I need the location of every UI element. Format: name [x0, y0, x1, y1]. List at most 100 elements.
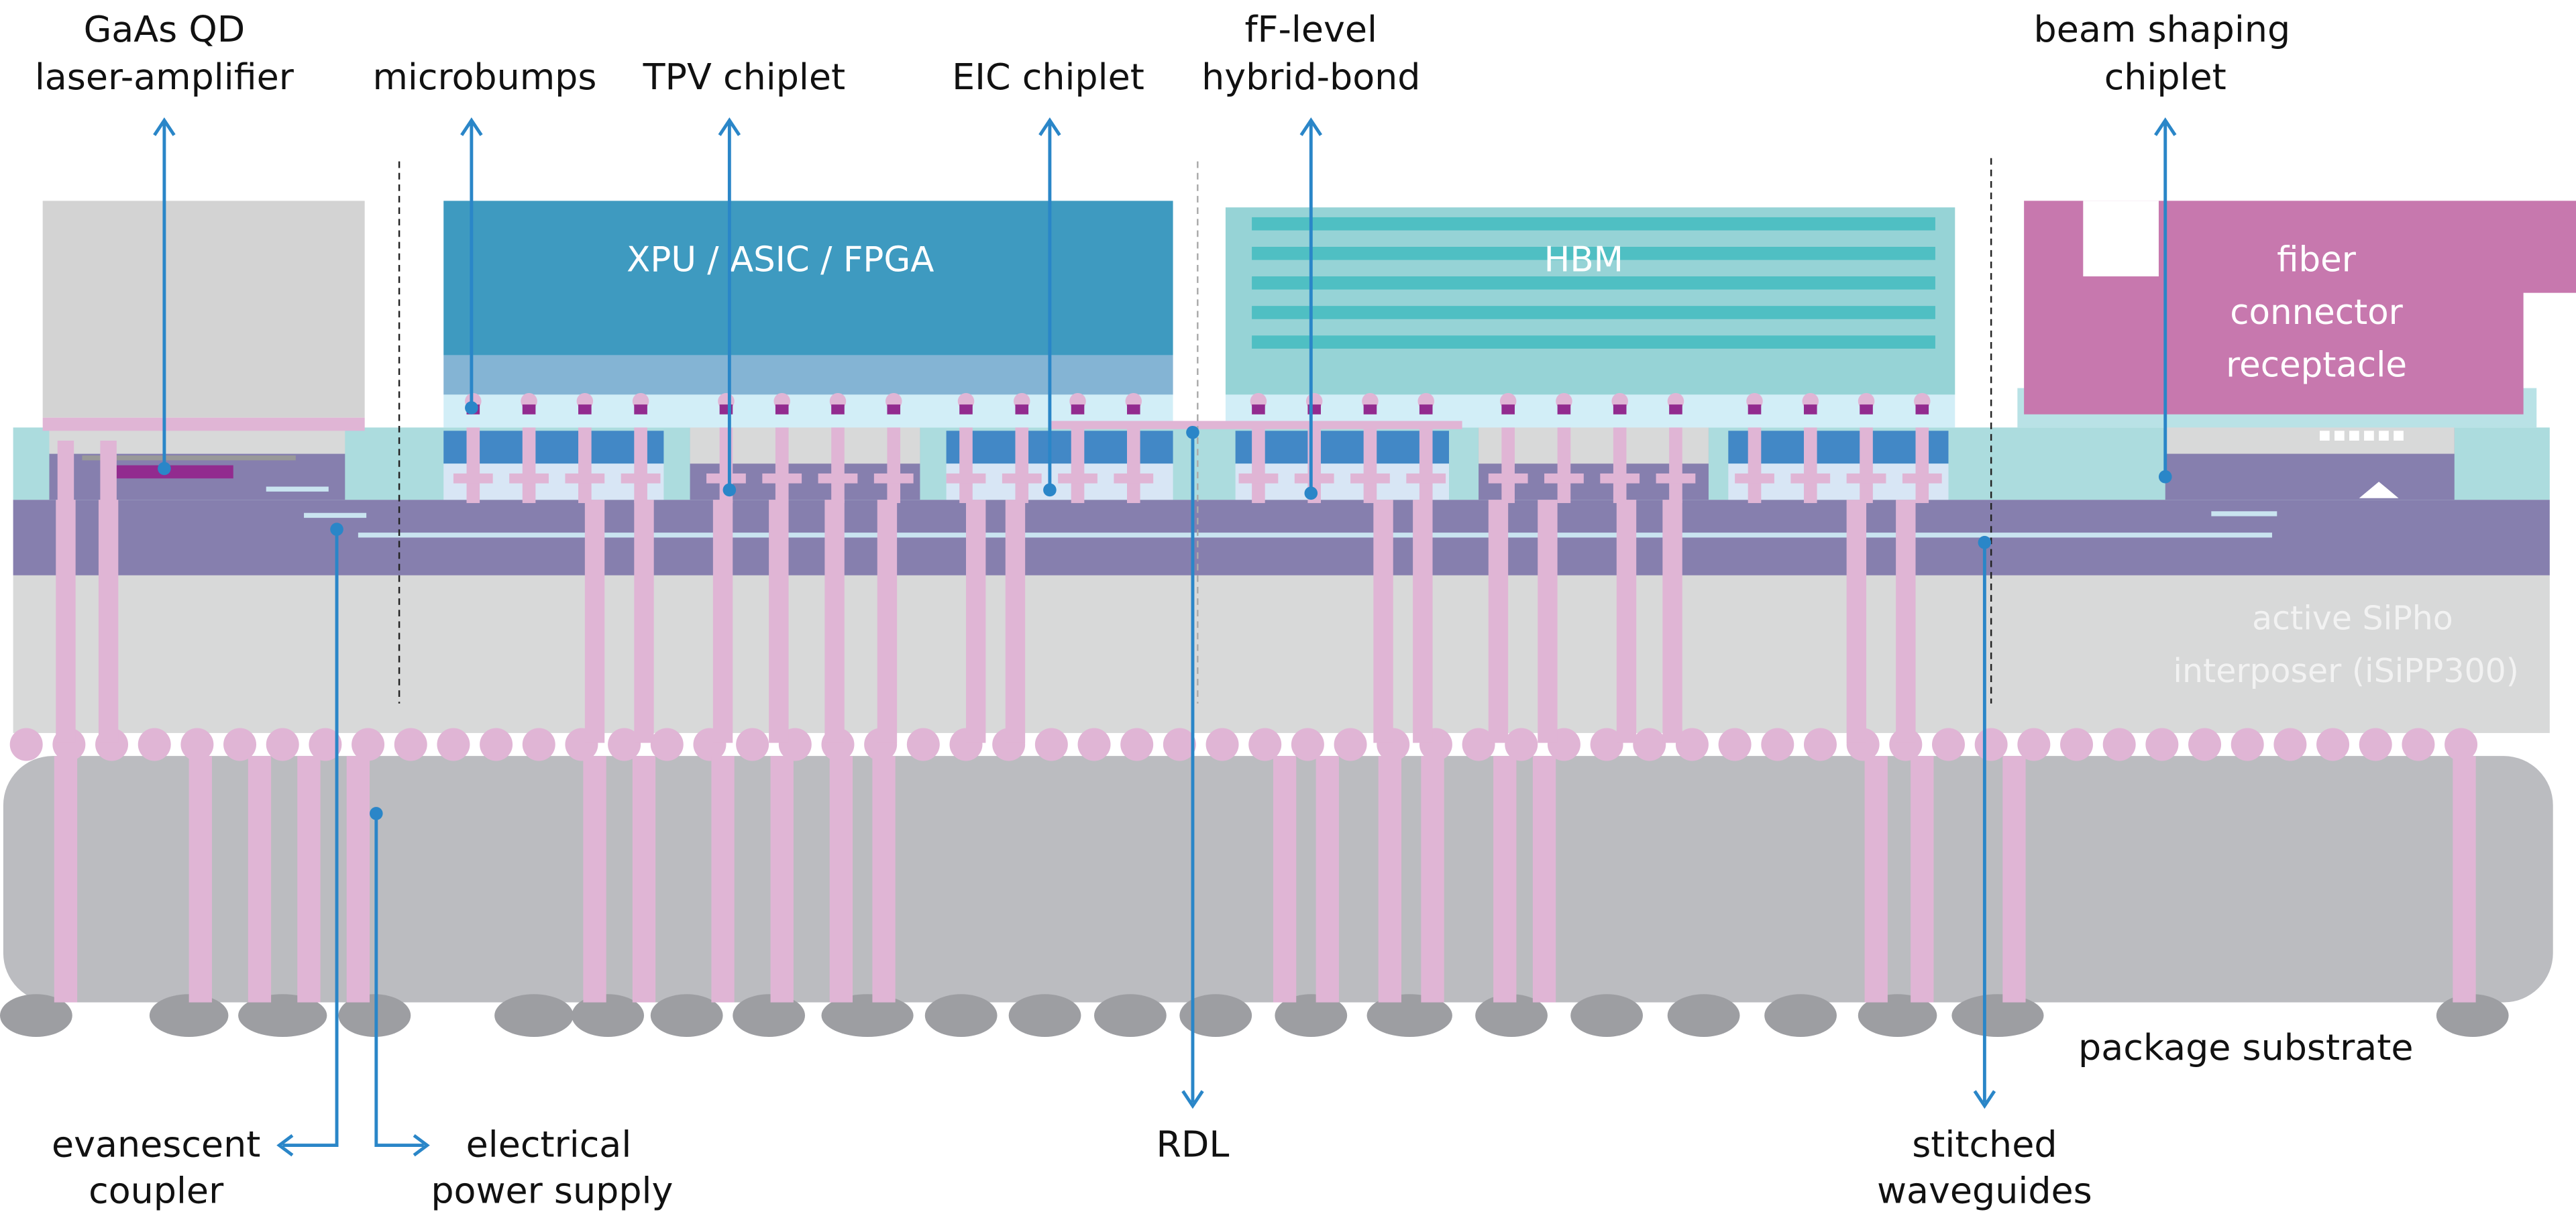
fiber-label-2: connector	[2230, 292, 2403, 333]
c4-bump	[138, 728, 171, 761]
gaas-chip	[42, 201, 365, 418]
substrate-via	[872, 756, 896, 1003]
callout-stitched-2: waveguides	[1877, 1169, 2092, 1211]
microbump-solder	[1748, 404, 1762, 414]
via-pad	[1790, 473, 1831, 484]
substrate-via	[829, 756, 853, 1003]
fiber-slot	[2083, 201, 2159, 277]
fiber-label-1: fiber	[2277, 240, 2357, 280]
callout-beam-shaping-1: beam shaping	[2034, 8, 2291, 50]
lens-element	[2379, 431, 2389, 441]
solder-ball	[1667, 994, 1740, 1037]
xpu-beol	[443, 355, 1173, 395]
microbump-solder	[522, 404, 536, 414]
substrate-via	[248, 756, 272, 1003]
tsv	[56, 500, 76, 743]
substrate-via	[770, 756, 794, 1003]
lens-element	[2319, 431, 2330, 441]
c4-bump	[2102, 728, 2136, 761]
substrate-via	[189, 756, 212, 1003]
via-pad	[1902, 473, 1942, 484]
c4-bump	[480, 728, 513, 761]
c4-bump	[2060, 728, 2093, 761]
callout-gaas-qd-2: laser-amplifier	[35, 56, 294, 98]
c4-bump	[2316, 728, 2350, 761]
chiplet-package-cross-section: XPU / ASIC / FPGA HBM fiber connector re…	[0, 8, 2576, 1211]
substrate-via	[1316, 756, 1339, 1003]
package-substrate-label: package substrate	[2078, 1026, 2413, 1068]
callout-tpv-chiplet: TPV chiplet	[643, 56, 845, 98]
tsv	[1373, 500, 1393, 743]
tsv	[769, 500, 789, 743]
hbm-stack	[1225, 207, 1955, 395]
interposer-label-2: interposer (iSiPP300)	[2173, 652, 2519, 690]
c4-bump	[1120, 728, 1154, 761]
c4-bump	[2188, 728, 2222, 761]
callout-evanescent-1: evanescent	[52, 1123, 260, 1166]
tsv	[1413, 500, 1433, 743]
tsv	[1005, 500, 1026, 743]
via-pad	[565, 473, 605, 484]
via-pad	[1058, 473, 1097, 484]
via-pad	[1350, 473, 1390, 484]
solder-ball	[1094, 994, 1167, 1037]
pointer-dot	[1978, 536, 1992, 549]
solder-ball	[494, 994, 574, 1037]
c4-bump	[1761, 728, 1794, 761]
substrate-via	[1421, 756, 1444, 1003]
c4-bump	[394, 728, 427, 761]
via-pad	[621, 473, 661, 484]
lens-element	[2349, 431, 2359, 441]
via-pad	[1600, 473, 1640, 484]
substrate-via	[1378, 756, 1401, 1003]
via-pad	[1294, 473, 1334, 484]
via-pad	[1238, 473, 1279, 484]
microbump-solder	[1127, 404, 1140, 414]
tsv	[584, 500, 605, 743]
c4-bump	[522, 728, 555, 761]
solder-ball	[1179, 994, 1252, 1037]
substrate-via	[632, 756, 656, 1003]
laser-via	[100, 440, 117, 506]
via-pad	[453, 473, 493, 484]
rdl-trace	[1051, 421, 1462, 429]
tsv	[966, 500, 986, 743]
solder-ball	[1951, 994, 2044, 1037]
tsv	[824, 500, 845, 743]
via-pad	[946, 473, 986, 484]
pointer-dot	[2158, 470, 2172, 484]
beam-shaping-top	[2165, 427, 2455, 454]
lens-element	[2394, 431, 2404, 441]
via-pad	[1656, 473, 1696, 484]
via-pad	[1002, 473, 1042, 484]
waveguide-segment	[304, 512, 367, 518]
callout-power-1: electrical	[466, 1123, 632, 1166]
tsv	[98, 500, 119, 743]
tsv	[1488, 500, 1509, 743]
microbump-solder	[887, 404, 901, 414]
solder-ball	[733, 994, 805, 1037]
substrate-via	[1532, 756, 1556, 1003]
c4-bump	[2359, 728, 2392, 761]
callout-eic-chiplet: EIC chiplet	[952, 56, 1144, 98]
microbump-solder	[1363, 404, 1377, 414]
solder-ball	[924, 994, 998, 1037]
c4-bump	[1077, 728, 1111, 761]
c4-bump	[1718, 728, 1752, 761]
callout-hybrid-bond-1: fF-level	[1245, 8, 1377, 50]
solder-ball	[1764, 994, 1837, 1037]
lens-element	[2334, 431, 2345, 441]
callout-power-2: power supply	[431, 1169, 673, 1211]
gaas-chip-bond	[42, 417, 365, 431]
pointer-dot	[330, 522, 343, 537]
microbump-solder	[959, 404, 973, 414]
via-pad	[1488, 473, 1528, 484]
substrate-via	[583, 756, 606, 1003]
pointer-dot	[1186, 425, 1199, 439]
c4-bump	[2145, 728, 2179, 761]
microbump-solder	[634, 404, 647, 414]
microbump-solder	[1071, 404, 1085, 414]
via-pad	[1114, 473, 1154, 484]
via-pad	[1735, 473, 1774, 484]
pointer-dot	[370, 807, 383, 820]
